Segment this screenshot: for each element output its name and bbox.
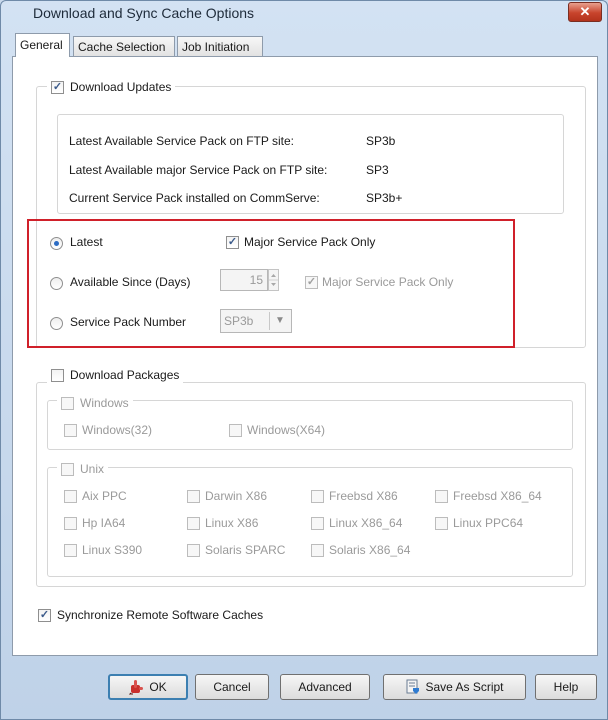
cancel-label: Cancel: [213, 680, 251, 694]
windows32-label: Windows(32): [82, 423, 153, 437]
tab-general-label: General: [20, 38, 63, 52]
check-icon: ✓: [39, 609, 50, 621]
sp-number-value: SP3b: [224, 314, 254, 328]
sp-number-dropdown[interactable]: SP3b ▼: [220, 309, 292, 333]
tab-job-initiation-label: Job Initiation: [182, 40, 250, 54]
linux-ppc64-checkbox[interactable]: [435, 517, 448, 530]
tab-general[interactable]: General: [15, 33, 70, 57]
hp-ia64-label: Hp IA64: [82, 516, 126, 530]
major-only-label: Major Service Pack Only: [244, 235, 376, 249]
download-updates-checkbox[interactable]: ✓: [51, 81, 64, 94]
save-as-script-label: Save As Script: [425, 680, 504, 694]
freebsd-x86-label: Freebsd X86: [329, 489, 398, 503]
freebsd-x86-64-checkbox[interactable]: [435, 490, 448, 503]
help-button[interactable]: Help: [535, 674, 597, 700]
sync-caches-label: Synchronize Remote Software Caches: [57, 608, 264, 622]
solaris-x86-64-checkbox[interactable]: [311, 544, 324, 557]
hp-ia64-checkbox[interactable]: [64, 517, 77, 530]
tab-cache-selection-label: Cache Selection: [78, 40, 166, 54]
help-label: Help: [553, 680, 579, 694]
advanced-label: Advanced: [298, 680, 352, 694]
available-since-label: Available Since (Days): [70, 275, 191, 289]
advanced-button[interactable]: Advanced: [280, 674, 370, 700]
major-only-checkbox-2[interactable]: ✓: [305, 276, 318, 289]
chevron-down-icon: ▼: [269, 312, 290, 330]
solaris-sparc-checkbox[interactable]: [187, 544, 200, 557]
check-icon: ✓: [52, 81, 63, 93]
windows32-checkbox[interactable]: [64, 424, 77, 437]
linux-x86-64-label: Linux X86_64: [329, 516, 403, 530]
windowsx64-checkbox[interactable]: [229, 424, 242, 437]
freebsd-x86-64-label: Freebsd X86_64: [453, 489, 542, 503]
linux-x86-64-checkbox[interactable]: [311, 517, 324, 530]
info-major-ftp-label: Latest Available major Service Pack on F…: [69, 163, 328, 177]
cancel-button[interactable]: Cancel: [195, 674, 269, 700]
general-panel: ✓ Download Updates Latest Available Serv…: [12, 56, 598, 656]
check-icon: ✓: [227, 236, 238, 248]
download-updates-header: ✓ Download Updates: [47, 79, 176, 95]
darwin-x86-checkbox[interactable]: [187, 490, 200, 503]
info-current-commserve-label: Current Service Pack installed on CommSe…: [69, 191, 320, 205]
download-packages-header: Download Packages: [47, 367, 184, 383]
ok-label: OK: [149, 680, 167, 694]
aix-ppc-label: Aix PPC: [82, 489, 127, 503]
latest-label: Latest: [70, 235, 103, 249]
aix-ppc-checkbox[interactable]: [64, 490, 77, 503]
tab-cache-selection[interactable]: Cache Selection: [73, 36, 175, 56]
window-title: Download and Sync Cache Options: [33, 5, 255, 21]
download-packages-checkbox[interactable]: [51, 369, 64, 382]
windows-label: Windows: [80, 396, 129, 410]
sp-number-radio[interactable]: [50, 317, 63, 330]
unix-label: Unix: [80, 462, 105, 476]
info-current-commserve-value: SP3b+: [366, 191, 403, 205]
linux-ppc64-label: Linux PPC64: [453, 516, 524, 530]
sp-number-label: Service Pack Number: [70, 315, 187, 329]
darwin-x86-label: Darwin X86: [205, 489, 268, 503]
available-since-radio[interactable]: [50, 277, 63, 290]
linux-x86-label: Linux X86: [205, 516, 259, 530]
sync-caches-checkbox[interactable]: ✓: [38, 609, 51, 622]
linux-x86-checkbox[interactable]: [187, 517, 200, 530]
download-updates-label: Download Updates: [70, 80, 172, 94]
info-latest-ftp-label: Latest Available Service Pack on FTP sit…: [69, 134, 295, 148]
days-value: 15: [249, 273, 263, 287]
close-icon: ✕: [579, 4, 591, 19]
ok-hand-icon: [129, 679, 144, 695]
tab-job-initiation[interactable]: Job Initiation: [177, 36, 263, 56]
check-icon: ✓: [306, 276, 317, 288]
windows-header: Windows: [57, 395, 133, 410]
save-as-script-button[interactable]: Save As Script: [383, 674, 526, 700]
linux-s390-label: Linux S390: [82, 543, 143, 557]
ok-button[interactable]: OK: [108, 674, 188, 700]
days-spin-input[interactable]: 15: [220, 269, 268, 291]
windows-checkbox[interactable]: [61, 397, 74, 410]
solaris-x86-64-label: Solaris X86_64: [329, 543, 411, 557]
close-button[interactable]: ✕: [568, 2, 602, 22]
unix-header: Unix: [57, 461, 109, 476]
info-latest-ftp-value: SP3b: [366, 134, 396, 148]
freebsd-x86-checkbox[interactable]: [311, 490, 324, 503]
spin-arrows-icon: [269, 274, 278, 286]
major-only-checkbox[interactable]: ✓: [226, 236, 239, 249]
latest-radio[interactable]: [50, 237, 63, 250]
solaris-sparc-label: Solaris SPARC: [205, 543, 286, 557]
unix-checkbox[interactable]: [61, 463, 74, 476]
script-icon: [406, 679, 420, 694]
windowsx64-label: Windows(X64): [247, 423, 326, 437]
info-major-ftp-value: SP3: [366, 163, 389, 177]
days-spin-buttons[interactable]: [268, 269, 279, 291]
major-only-label-2: Major Service Pack Only: [322, 275, 454, 289]
download-packages-label: Download Packages: [70, 368, 180, 382]
linux-s390-checkbox[interactable]: [64, 544, 77, 557]
